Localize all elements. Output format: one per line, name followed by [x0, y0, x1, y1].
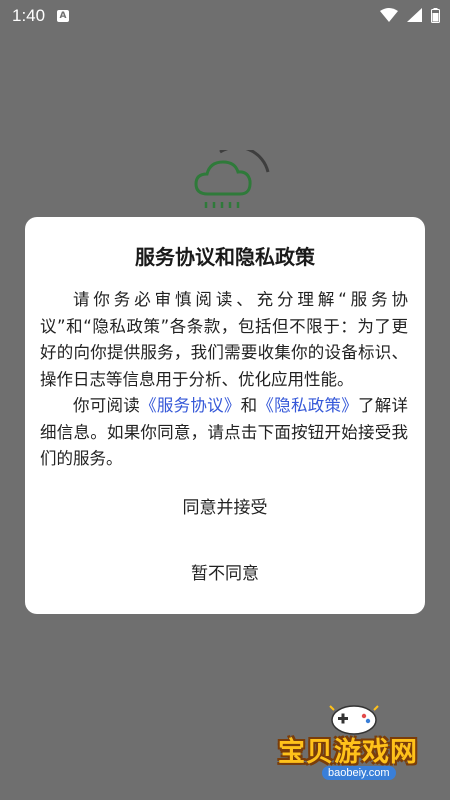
dialog-title: 服务协议和隐私政策 [135, 245, 315, 269]
cloud-rain-icon [194, 150, 270, 208]
service-agreement-link[interactable]: 《服务协议》 [140, 396, 241, 415]
status-bar: 1:40 A [0, 0, 450, 32]
watermark-brand: 宝贝游戏网 [278, 737, 418, 768]
site-watermark: 宝贝游戏网 baobeiy.com [272, 700, 442, 790]
status-icons [376, 8, 440, 24]
signal-icon [407, 8, 423, 22]
privacy-dialog: 服务协议和隐私政策 请你务必审慎阅读、充分理解“服务协议”和“隐私政策”各条款，… [25, 217, 425, 614]
watermark-url: baobeiy.com [322, 766, 396, 780]
wifi-icon [380, 8, 399, 22]
para2-prefix: 你可阅读 [73, 396, 141, 415]
battery-icon [431, 8, 440, 23]
dialog-body: 请你务必审慎阅读、充分理解“服务协议”和“隐私政策”各条款，包括但不限于：为了更… [40, 287, 408, 473]
agree-button[interactable]: 同意并接受 [25, 493, 425, 518]
notification-a-icon: A [57, 10, 69, 22]
privacy-policy-link[interactable]: 《隐私政策》 [257, 396, 358, 415]
status-time: 1:40 [12, 6, 46, 25]
dialog-paragraph-1: 请你务必审慎阅读、充分理解“服务协议”和“隐私政策”各条款，包括但不限于：为了更… [40, 290, 408, 389]
disagree-button[interactable]: 暂不同意 [25, 559, 425, 584]
dialog-paragraph-2: 你可阅读《服务协议》和《隐私政策》了解详细信息。如果你同意，请点击下面按钮开始接… [40, 393, 408, 473]
para2-and: 和 [240, 396, 258, 415]
